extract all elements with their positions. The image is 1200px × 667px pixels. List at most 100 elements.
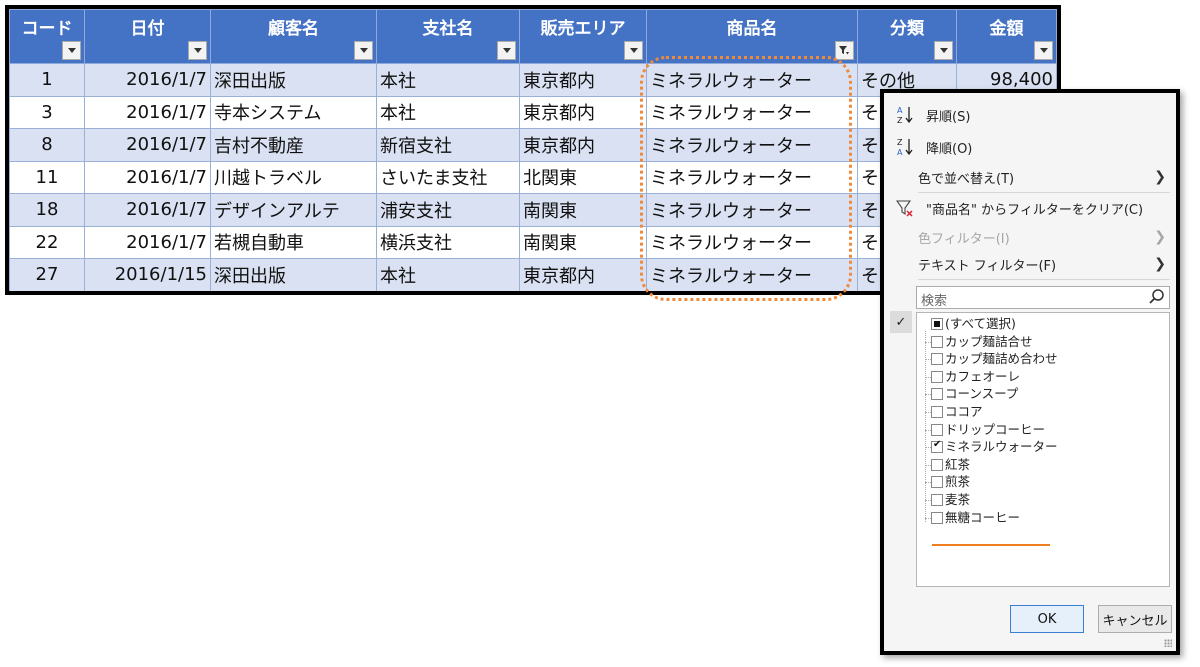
header-amount: 金額: [956, 9, 1057, 64]
menu-clear-filter[interactable]: "商品名" からフィルターをクリア(C): [884, 195, 1176, 221]
cell-customer[interactable]: 吉村不動産: [210, 128, 377, 162]
checkbox[interactable]: [931, 423, 943, 436]
checkbox[interactable]: [931, 458, 943, 471]
cell-product[interactable]: ミネラルウォーター: [646, 63, 858, 97]
filter-item-label: ドリップコーヒー: [945, 421, 1046, 437]
checkbox[interactable]: [931, 406, 943, 418]
cell-date[interactable]: 2016/1/7: [84, 128, 211, 162]
cell-customer[interactable]: デザインアルテ: [210, 193, 377, 227]
cell-branch[interactable]: さいたま支社: [376, 160, 520, 194]
cell-customer[interactable]: 若槻自動車: [210, 225, 377, 259]
checkbox[interactable]: [931, 318, 943, 330]
filter-list-item[interactable]: 麦茶: [917, 491, 1167, 509]
filter-list-item[interactable]: 無糖コーヒー: [917, 509, 1167, 527]
checkbox[interactable]: [931, 353, 943, 366]
cell-area[interactable]: 南関東: [519, 225, 647, 259]
clear-filter-icon: [895, 197, 914, 219]
chevron-right-icon: ❯: [1154, 169, 1166, 185]
cell-product[interactable]: ミネラルウォーター: [646, 128, 858, 162]
cell-code[interactable]: 22: [9, 225, 85, 259]
menu-sort-by-color[interactable]: 色で並べ替え(T) ❯: [884, 164, 1176, 190]
checkbox[interactable]: [931, 494, 943, 506]
cancel-button[interactable]: キャンセル: [1098, 605, 1172, 633]
filter-item-label: (すべて選択): [945, 316, 1016, 331]
cell-code[interactable]: 27: [9, 258, 85, 291]
filter-dropdown-button[interactable]: [497, 41, 516, 60]
filter-item-label: カップ麺詰合せ: [945, 333, 1033, 349]
cell-branch[interactable]: 本社: [376, 95, 520, 129]
filter-list-item[interactable]: (すべて選択): [917, 315, 1167, 333]
cell-area[interactable]: 東京都内: [519, 128, 647, 162]
cell-branch[interactable]: 本社: [376, 258, 520, 291]
filter-dropdown-button[interactable]: [624, 41, 643, 60]
filter-list-item[interactable]: 煎茶: [917, 473, 1167, 491]
cell-product[interactable]: ミネラルウォーター: [646, 160, 858, 194]
cell-product[interactable]: ミネラルウォーター: [646, 258, 858, 291]
cell-date[interactable]: 2016/1/7: [84, 63, 211, 97]
filter-dropdown-button[interactable]: [188, 41, 207, 60]
cell-code[interactable]: 3: [9, 95, 85, 129]
filter-item-label: 煎茶: [945, 474, 971, 490]
checkbox[interactable]: [931, 370, 943, 383]
check-icon: ✓: [890, 311, 912, 333]
filter-active-button[interactable]: [835, 41, 854, 60]
filter-list-item[interactable]: カップ麺詰合せ: [917, 333, 1167, 351]
cell-customer[interactable]: 深田出版: [210, 258, 377, 291]
cell-branch[interactable]: 本社: [376, 63, 520, 97]
search-input[interactable]: 検索: [916, 286, 1170, 309]
cell-product[interactable]: ミネラルウォーター: [646, 95, 858, 129]
filter-list-item[interactable]: カフェオーレ: [917, 368, 1167, 386]
checkbox[interactable]: [931, 476, 943, 489]
cell-date[interactable]: 2016/1/15: [84, 258, 211, 291]
filter-list-item[interactable]: コーンスープ: [917, 385, 1167, 403]
filter-list-item[interactable]: ミネラルウォーター: [917, 438, 1167, 456]
cell-code[interactable]: 18: [9, 193, 85, 227]
filter-list-item[interactable]: カップ麺詰め合わせ: [917, 350, 1167, 368]
filter-funnel-icon: [839, 45, 850, 56]
cell-area[interactable]: 東京都内: [519, 95, 647, 129]
checkbox[interactable]: [931, 335, 943, 348]
svg-text:A: A: [897, 148, 903, 157]
checkbox[interactable]: [931, 388, 943, 401]
filter-item-label: 麦茶: [945, 492, 971, 507]
header-category: 分類: [857, 9, 957, 64]
cell-customer[interactable]: 寺本システム: [210, 95, 377, 129]
cell-area[interactable]: 南関東: [519, 193, 647, 227]
cell-date[interactable]: 2016/1/7: [84, 95, 211, 129]
cell-branch[interactable]: 横浜支社: [376, 225, 520, 259]
menu-text-filter[interactable]: テキスト フィルター(F) ❯: [884, 251, 1176, 277]
filter-dropdown-button[interactable]: [934, 41, 953, 60]
cell-date[interactable]: 2016/1/7: [84, 225, 211, 259]
resize-grip[interactable]: [1164, 639, 1172, 647]
filter-dropdown-button[interactable]: [354, 41, 373, 60]
menu-sort-descending[interactable]: ZA 降順(O): [884, 134, 1176, 160]
cell-code[interactable]: 8: [9, 128, 85, 162]
cell-branch[interactable]: 新宿支社: [376, 128, 520, 162]
cell-code[interactable]: 1: [9, 63, 85, 97]
cell-area[interactable]: 東京都内: [519, 63, 647, 97]
cell-code[interactable]: 11: [9, 160, 85, 194]
svg-text:A: A: [897, 106, 903, 115]
cell-area[interactable]: 東京都内: [519, 258, 647, 291]
filter-dropdown-button[interactable]: [1034, 41, 1053, 60]
cell-date[interactable]: 2016/1/7: [84, 193, 211, 227]
filter-list-item[interactable]: ココア: [917, 403, 1167, 421]
checkbox[interactable]: [931, 439, 943, 454]
cell-area[interactable]: 北関東: [519, 160, 647, 194]
filter-list-item[interactable]: ドリップコーヒー: [917, 421, 1167, 439]
cell-product[interactable]: ミネラルウォーター: [646, 193, 858, 227]
cell-product[interactable]: ミネラルウォーター: [646, 225, 858, 259]
filter-item-label: カップ麺詰め合わせ: [945, 351, 1058, 367]
menu-sort-ascending[interactable]: AZ 昇順(S): [884, 102, 1176, 128]
filter-dropdown-button[interactable]: [62, 41, 81, 60]
cell-date[interactable]: 2016/1/7: [84, 160, 211, 194]
cell-branch[interactable]: 浦安支社: [376, 193, 520, 227]
menu-label: テキスト フィルター(F): [918, 258, 1057, 274]
ok-button[interactable]: OK: [1010, 605, 1084, 633]
header-row: コード 日付 顧客名 支社名 販売エリア 商品名 分類 金額: [9, 9, 1057, 64]
cell-customer[interactable]: 深田出版: [210, 63, 377, 97]
header-branch: 支社名: [376, 9, 520, 64]
filter-list-item[interactable]: 紅茶: [917, 456, 1167, 474]
checkbox[interactable]: [931, 511, 943, 524]
cell-customer[interactable]: 川越トラベル: [210, 160, 377, 194]
